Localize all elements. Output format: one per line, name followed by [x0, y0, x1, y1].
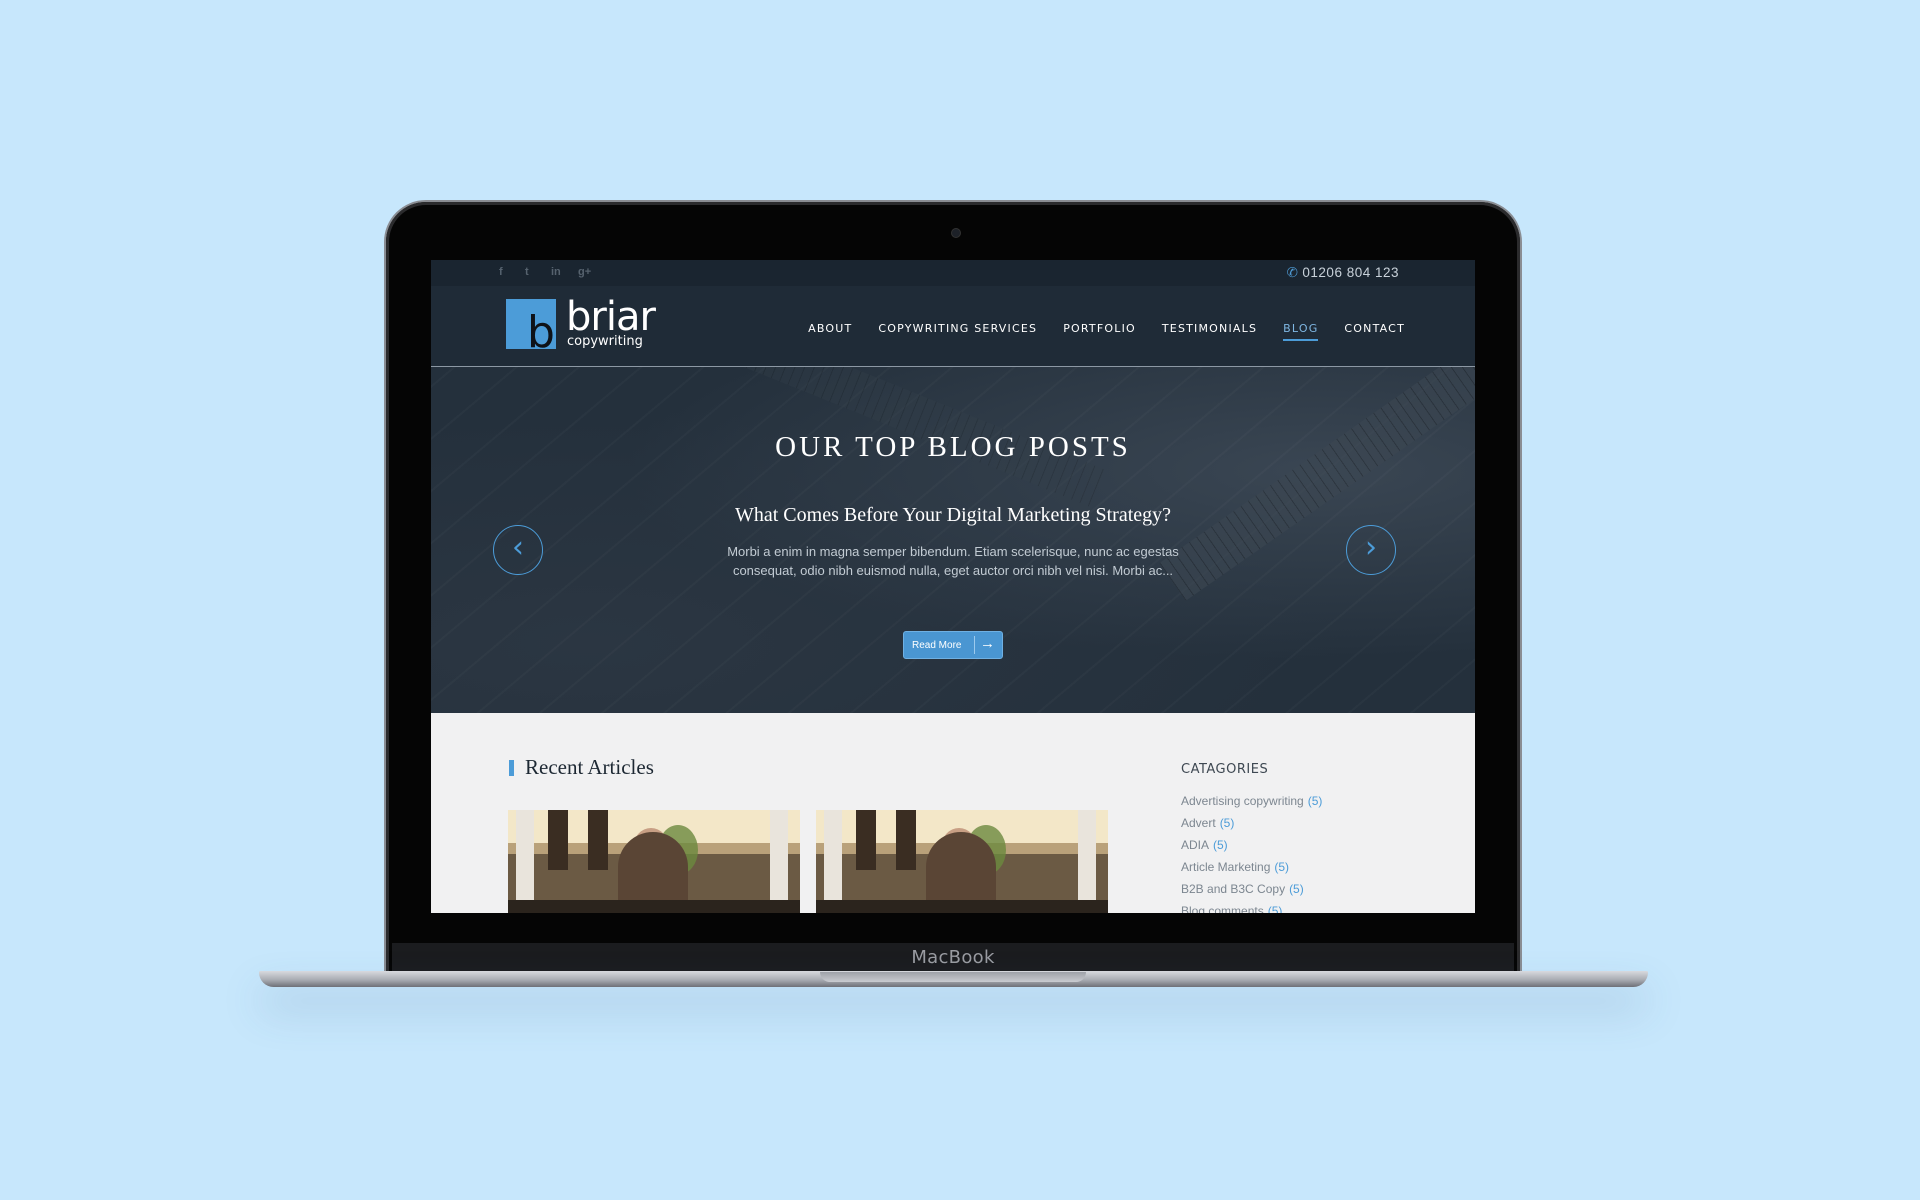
ruler-background: [1159, 367, 1475, 601]
post-title[interactable]: What Comes Before Your Digital Marketing…: [431, 504, 1475, 527]
category-count: (5): [1213, 838, 1228, 852]
categories-title: CATAGORIES: [1181, 762, 1269, 777]
category-label: Article Marketing: [1181, 860, 1271, 874]
category-label: Advert: [1181, 816, 1216, 830]
phone-number[interactable]: ✆ 01206 804 123: [1287, 265, 1399, 281]
category-label: B2B and B3C Copy: [1181, 882, 1286, 896]
category-label: ADIA: [1181, 838, 1210, 852]
category-item[interactable]: Blog comments (5): [1181, 900, 1322, 913]
post-excerpt: Morbi a enim in magna semper bibendum. E…: [727, 544, 1179, 578]
button-divider: [974, 636, 975, 654]
chevron-left-icon: ‹: [512, 530, 524, 565]
linkedin-icon[interactable]: in: [551, 266, 561, 278]
hero-title: OUR TOP BLOG POSTS: [775, 431, 1131, 463]
category-item[interactable]: ADIA (5): [1181, 834, 1322, 856]
twitter-icon[interactable]: t: [525, 266, 529, 278]
category-item[interactable]: Advert (5): [1181, 812, 1322, 834]
phone-icon: ✆: [1286, 265, 1299, 280]
main-nav: ABOUT COPYWRITING SERVICES PORTFOLIO TES…: [782, 322, 1405, 341]
facebook-icon[interactable]: f: [499, 266, 503, 278]
category-item[interactable]: Article Marketing (5): [1181, 856, 1322, 878]
nav-item-contact[interactable]: CONTACT: [1344, 322, 1405, 339]
content-area: Recent Articles CATAGORIES Advertising c…: [431, 713, 1475, 913]
read-more-label: Read More: [912, 640, 962, 651]
nav-item-copywriting-services[interactable]: COPYWRITING SERVICES: [878, 322, 1037, 339]
category-label: Advertising copywriting: [1181, 794, 1304, 808]
category-item[interactable]: B2B and B3C Copy (5): [1181, 878, 1322, 900]
category-item[interactable]: Advertising copywriting (5): [1181, 790, 1322, 812]
logo-letter: b: [527, 307, 555, 358]
top-bar: f t in g+ ✆ 01206 804 123: [431, 260, 1475, 286]
camera-icon: [952, 229, 960, 237]
nav-item-about[interactable]: ABOUT: [808, 322, 852, 339]
read-more-button[interactable]: Read More →: [903, 631, 1003, 659]
prev-slide-button[interactable]: ‹: [493, 525, 543, 575]
laptop-notch: [820, 972, 1086, 982]
category-count: (5): [1274, 860, 1290, 874]
logo-tagline: copywriting: [567, 334, 643, 349]
categories-list: Advertising copywriting (5) Advert (5) ADI…: [1181, 790, 1322, 913]
website-screen: f t in g+ ✆ 01206 804 123 b briar copywri…: [431, 260, 1475, 913]
section-accent-bar: [509, 760, 514, 776]
arrow-right-icon: →: [980, 635, 995, 652]
nav-item-blog[interactable]: BLOG: [1283, 322, 1319, 341]
next-slide-button[interactable]: ›: [1346, 525, 1396, 575]
category-count: (5): [1289, 882, 1304, 896]
category-label: Blog comments: [1181, 904, 1264, 913]
category-count: (5): [1267, 904, 1283, 913]
device-label: MacBook: [911, 947, 995, 968]
nav-item-testimonials[interactable]: TESTIMONIALS: [1162, 322, 1257, 339]
article-thumbnail[interactable]: [816, 810, 1108, 913]
chevron-right-icon: ›: [1365, 530, 1377, 565]
hero-slider: OUR TOP BLOG POSTS What Comes Before You…: [431, 367, 1475, 713]
logo-mark[interactable]: b: [506, 299, 556, 355]
article-thumbnail[interactable]: [508, 810, 800, 913]
nav-item-portfolio[interactable]: PORTFOLIO: [1063, 322, 1136, 339]
site-header: b briar copywriting ABOUT COPYWRITING SE…: [431, 286, 1475, 367]
section-title: Recent Articles: [525, 755, 654, 779]
phone-text: 01206 804 123: [1302, 265, 1399, 280]
category-count: (5): [1307, 794, 1323, 808]
google-plus-icon[interactable]: g+: [578, 266, 591, 278]
category-count: (5): [1219, 816, 1235, 830]
